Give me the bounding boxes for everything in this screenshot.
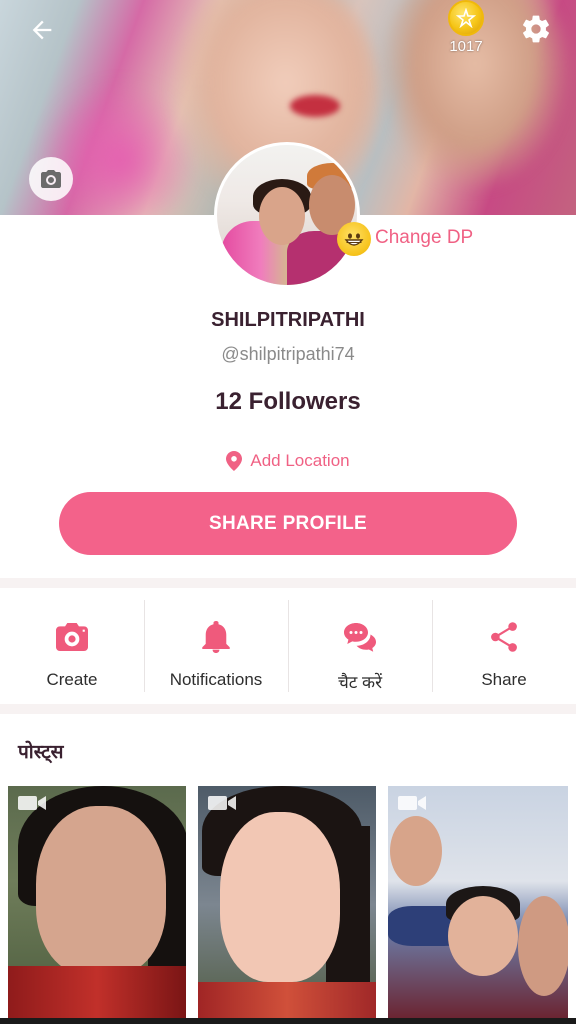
- share-button[interactable]: Share: [432, 588, 576, 704]
- change-dp-link[interactable]: Change DP: [375, 227, 473, 249]
- share-icon: [491, 622, 517, 652]
- screen-bottom-edge: [0, 1018, 576, 1024]
- add-location-link[interactable]: Add Location: [0, 451, 576, 471]
- followers-count[interactable]: 12 Followers: [0, 388, 576, 416]
- gear-icon: [523, 15, 549, 43]
- video-icon: [398, 796, 426, 810]
- section-divider: [0, 578, 576, 588]
- coin-balance[interactable]: 1017: [440, 0, 492, 60]
- share-profile-button[interactable]: SHARE PROFILE: [59, 492, 517, 555]
- grin-emoji-icon[interactable]: [337, 222, 371, 256]
- video-icon: [208, 796, 236, 810]
- post-thumbnail[interactable]: [198, 786, 376, 1024]
- chat-button[interactable]: चैट करें: [288, 588, 432, 704]
- chat-label: चैट करें: [337, 673, 383, 692]
- avatar[interactable]: [214, 142, 360, 288]
- chat-icon: [344, 623, 376, 652]
- coin-count: 1017: [449, 38, 483, 55]
- settings-button[interactable]: [516, 9, 556, 49]
- create-button[interactable]: Create: [0, 588, 144, 704]
- coin-icon: [448, 0, 484, 36]
- section-divider: [0, 704, 576, 714]
- change-cover-button[interactable]: [29, 157, 73, 201]
- camera-icon: [56, 623, 88, 651]
- posts-heading: पोस्ट्स: [18, 742, 64, 763]
- notifications-label: Notifications: [169, 670, 263, 689]
- profile-name: SHILPITRIPATHI: [211, 309, 365, 331]
- create-label: Create: [46, 670, 98, 689]
- location-pin-icon: [226, 451, 243, 471]
- camera-icon: [41, 170, 61, 188]
- video-icon: [18, 796, 46, 810]
- bell-icon: [202, 621, 230, 653]
- profile-handle: @shilpitripathi74: [221, 344, 355, 364]
- back-button[interactable]: [22, 10, 62, 50]
- post-thumbnail[interactable]: [388, 786, 568, 1024]
- arrow-left-icon: [32, 20, 52, 40]
- notifications-button[interactable]: Notifications: [144, 588, 288, 704]
- action-bar: Create Notifications चैट करें Share: [0, 588, 576, 704]
- share-label: Share: [481, 670, 527, 689]
- post-thumbnail[interactable]: [8, 786, 186, 1024]
- add-location-label: Add Location: [250, 451, 350, 470]
